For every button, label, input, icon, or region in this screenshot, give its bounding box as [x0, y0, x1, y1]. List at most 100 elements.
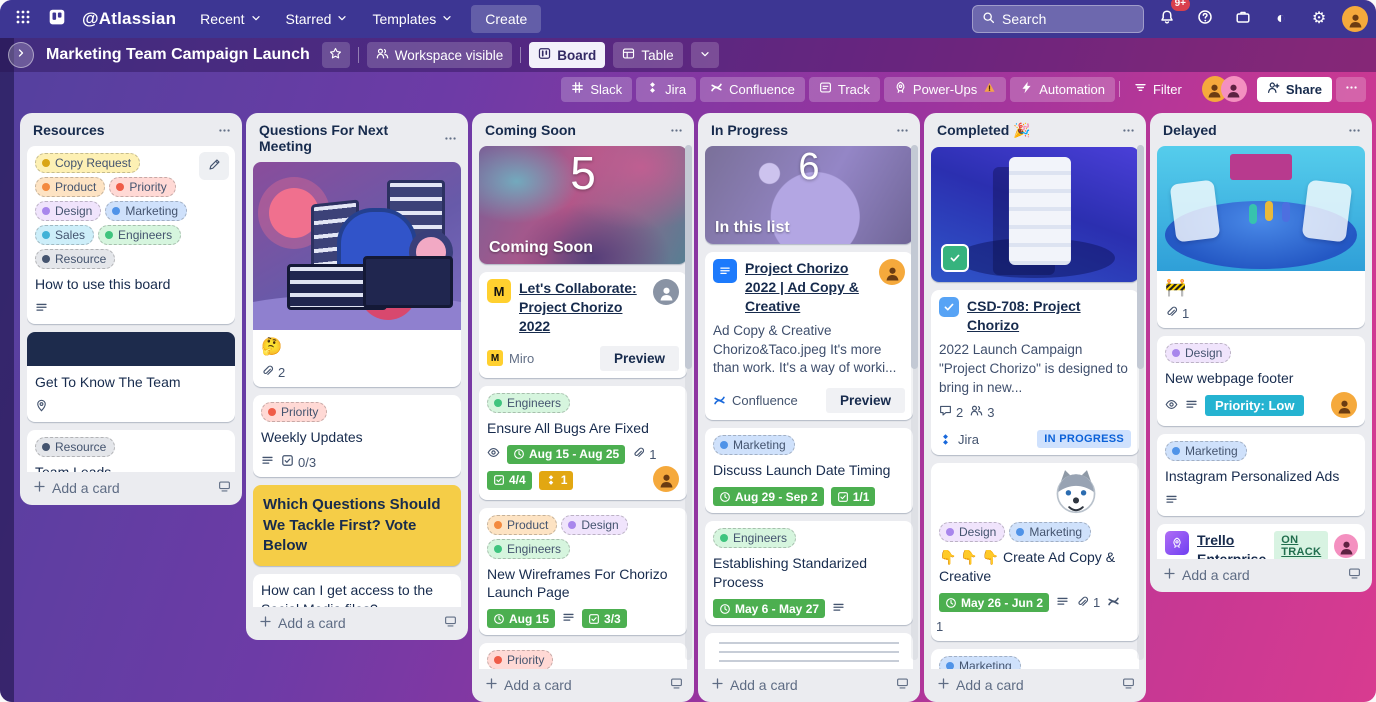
- checklist-badge[interactable]: 4/4: [487, 471, 532, 490]
- card-label[interactable]: Engineers: [487, 393, 570, 413]
- app-switcher-button[interactable]: [8, 4, 38, 34]
- track-powerup-button[interactable]: Track: [809, 77, 880, 102]
- card-label[interactable]: Design: [1165, 343, 1231, 363]
- view-board-button[interactable]: Board: [529, 42, 605, 68]
- card[interactable]: How can I get access to the Social Media…: [253, 574, 461, 607]
- card-label[interactable]: Product: [487, 515, 557, 535]
- list-scrollbar-thumb[interactable]: [685, 145, 692, 369]
- create-from-template-button[interactable]: [670, 677, 683, 693]
- automation-button[interactable]: Automation: [1010, 77, 1115, 102]
- card-label[interactable]: Marketing: [939, 656, 1021, 669]
- notifications-button[interactable]: 9+: [1152, 4, 1182, 34]
- add-card-button[interactable]: Add a card: [479, 669, 687, 695]
- card-label[interactable]: Engineers: [713, 528, 796, 548]
- card-label[interactable]: Priority: [109, 177, 175, 197]
- list-scrollbar-thumb[interactable]: [1137, 145, 1144, 369]
- card[interactable]: 6 In this list: [705, 146, 913, 244]
- views-dropdown-button[interactable]: [691, 42, 719, 68]
- list-menu-button[interactable]: [1348, 124, 1361, 137]
- search-input[interactable]: Search: [972, 5, 1144, 33]
- checklist-badge[interactable]: 3/3: [582, 609, 627, 628]
- user-avatar[interactable]: [1342, 6, 1368, 32]
- add-card-button[interactable]: Add a card: [705, 669, 913, 695]
- add-card-button[interactable]: Add a card: [253, 607, 461, 633]
- preview-button[interactable]: Preview: [600, 346, 679, 371]
- due-date-badge[interactable]: May 6 - May 27: [713, 599, 825, 618]
- card-label[interactable]: Engineers: [98, 225, 181, 245]
- workspace-logo[interactable]: @Atlassian: [82, 9, 176, 29]
- due-date-badge[interactable]: May 26 - Jun 2: [939, 593, 1049, 612]
- filter-button[interactable]: Filter: [1124, 77, 1192, 102]
- card-label[interactable]: Sales: [35, 225, 94, 245]
- card-label[interactable]: Marketing: [713, 435, 795, 455]
- card-label[interactable]: Resource: [35, 437, 115, 457]
- card-member-avatar[interactable]: [1334, 534, 1358, 558]
- board-title[interactable]: Marketing Team Campaign Launch: [46, 46, 310, 64]
- card[interactable]: Marketing Instagram Personalized Ads: [1157, 434, 1365, 516]
- card-link-title[interactable]: Trello Enterprise IMC (H1 FY23): [1197, 531, 1266, 559]
- help-button[interactable]: [1190, 4, 1220, 34]
- nav-starred[interactable]: Starred: [276, 6, 359, 32]
- card-label[interactable]: Priority: [261, 402, 327, 422]
- add-card-button[interactable]: Add a card: [931, 669, 1139, 695]
- list-menu-button[interactable]: [670, 124, 683, 137]
- card[interactable]: 🚧 1: [1157, 146, 1365, 328]
- member-avatar[interactable]: [1221, 76, 1247, 102]
- card-label[interactable]: Copy Request: [35, 153, 140, 173]
- add-card-button[interactable]: Add a card: [27, 472, 235, 498]
- jira-powerup-button[interactable]: Jira: [636, 77, 696, 102]
- card[interactable]: Marketing Discuss Launch Date Timing Aug…: [705, 428, 913, 513]
- card-label[interactable]: Marketing: [105, 201, 187, 221]
- slack-powerup-button[interactable]: Slack: [561, 77, 632, 102]
- card[interactable]: Copy Request Product Priority Design Mar…: [27, 146, 235, 324]
- list-menu-button[interactable]: [218, 124, 231, 137]
- card[interactable]: CSD-708: Project Chorizo 2022 Launch Cam…: [931, 290, 1139, 455]
- card-link-title[interactable]: CSD-708: Project Chorizo: [967, 297, 1131, 335]
- card-label[interactable]: Resource: [35, 249, 115, 269]
- nav-templates[interactable]: Templates: [362, 6, 463, 32]
- card-label[interactable]: Design: [35, 201, 101, 221]
- card[interactable]: 5 Coming Soon: [479, 146, 687, 264]
- card-label[interactable]: Design: [939, 522, 1005, 542]
- card[interactable]: Priority Legal Review Sep 5 - Sep 16: [479, 643, 687, 669]
- card-label[interactable]: Engineers: [487, 539, 570, 559]
- confluence-powerup-button[interactable]: Confluence: [700, 77, 805, 102]
- card-label[interactable]: Design: [561, 515, 627, 535]
- card[interactable]: Marketing Edit Email Drafts May 26 - Jun…: [931, 649, 1139, 669]
- card-member-avatar[interactable]: [879, 259, 905, 285]
- jira-badge[interactable]: 1: [539, 471, 574, 490]
- list-menu-button[interactable]: [1122, 124, 1135, 137]
- theme-toggle-button[interactable]: ◐: [1266, 4, 1296, 34]
- card[interactable]: Product Design Engineers New Wireframes …: [479, 508, 687, 636]
- create-from-template-button[interactable]: [1348, 567, 1361, 583]
- nav-recent[interactable]: Recent: [190, 6, 271, 32]
- due-date-badge[interactable]: Aug 15 - Aug 25: [507, 445, 625, 464]
- priority-field-badge[interactable]: Priority: Low: [1205, 395, 1304, 416]
- create-from-template-button[interactable]: [896, 677, 909, 693]
- settings-button[interactable]: ⚙: [1304, 4, 1334, 34]
- collapsed-sidebar[interactable]: [0, 38, 14, 702]
- create-button[interactable]: Create: [471, 5, 541, 33]
- create-from-template-button[interactable]: [1122, 677, 1135, 693]
- card-label[interactable]: Priority: [487, 650, 553, 669]
- card[interactable]: Project Chorizo 2022 | Ad Copy & Creativ…: [705, 252, 913, 420]
- card[interactable]: Resource Team Leads: [27, 430, 235, 472]
- card[interactable]: Design Marketing 👇 👇 👇 Create Ad Copy & …: [931, 463, 1139, 641]
- star-board-button[interactable]: [322, 42, 350, 68]
- list-menu-button[interactable]: [896, 124, 909, 137]
- list-scrollbar-thumb[interactable]: [911, 145, 918, 369]
- card[interactable]: 🤔 2: [253, 162, 461, 387]
- card[interactable]: Priority Weekly Updates 0/3: [253, 395, 461, 477]
- powerups-button[interactable]: Power-Ups: [884, 77, 1006, 102]
- workspace-tools-button[interactable]: [1228, 4, 1258, 34]
- card[interactable]: Project Chorizo 2022 | Blog Draft: [705, 633, 913, 669]
- card[interactable]: Get To Know The Team: [27, 332, 235, 422]
- view-table-button[interactable]: Table: [613, 42, 682, 68]
- list-menu-button[interactable]: [444, 132, 457, 145]
- preview-button[interactable]: Preview: [826, 388, 905, 413]
- checklist-badge[interactable]: 1/1: [831, 487, 876, 506]
- card[interactable]: Engineers Ensure All Bugs Are Fixed Aug …: [479, 386, 687, 500]
- card[interactable]: M Let's Collaborate: Project Chorizo 202…: [479, 272, 687, 378]
- add-card-button[interactable]: Add a card: [1157, 559, 1365, 585]
- card[interactable]: Which Questions Should We Tackle First? …: [253, 485, 461, 566]
